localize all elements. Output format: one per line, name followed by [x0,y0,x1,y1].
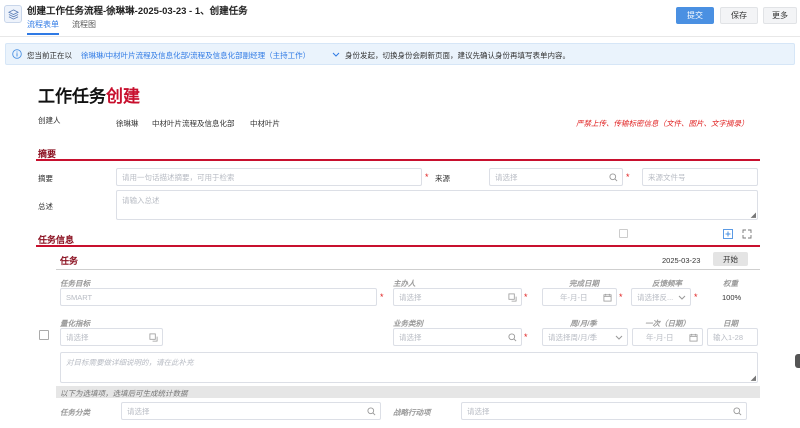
notice-suffix: 身份发起，切换身份会刷新页面，建议先确认身份再填写表单内容。 [345,51,570,60]
identity-notice: 您当前正在以 徐琳琳/中材叶片流程及信息化部/流程及信息化部副经理（主持工作） … [5,43,795,65]
overview-label: 总述 [38,202,53,211]
goal-input[interactable]: SMART [60,288,377,306]
notice-prefix: 您当前正在以 [27,51,72,60]
select-all-checkbox[interactable] [619,229,628,238]
required-marker: * [380,292,384,302]
required-marker: * [619,292,623,302]
chevron-down-icon [615,335,623,340]
task-title: 任务 [60,256,79,266]
creator-dept: 中材叶片流程及信息化部 [152,119,235,128]
add-icon[interactable] [723,229,733,239]
expand-icon[interactable] [742,229,752,239]
feedback-freq-select[interactable]: 请选择反... [631,288,691,306]
task-type-select[interactable]: 请选择 [121,402,381,420]
task-header-divider [56,269,760,270]
tab-form[interactable]: 流程表单 [27,19,59,35]
required-marker: * [626,172,630,182]
day-input[interactable]: 输入1-28 [707,328,758,346]
task-date: 2025-03-23 [662,256,701,265]
save-button[interactable]: 保存 [720,7,758,24]
required-marker: * [694,292,698,302]
summary-label: 摘要 [38,174,53,183]
search-icon [609,173,618,182]
finish-date-input[interactable]: 年-月-日 [542,288,617,306]
resize-handle-icon[interactable]: ◢ [751,375,756,382]
summary-input[interactable]: 请用一句话描述摘要，可用于检索 [116,168,422,186]
submit-button[interactable]: 提交 [676,7,714,24]
required-marker: * [524,292,528,302]
search-icon [367,407,376,416]
strategy-item-label: 战略行动项 [393,408,431,417]
chevron-down-icon [678,295,686,300]
layers-icon [4,5,22,23]
side-scroll-handle[interactable] [795,354,800,368]
category-select[interactable]: 请选择 [393,328,522,346]
info-icon [12,49,22,59]
calendar-icon [603,293,612,302]
page-title: 创建工作任务流程-徐琳琳-2025-03-23 - 1、创建任务 [27,6,248,17]
summary-divider [36,159,760,161]
calendar-icon [689,333,698,342]
weight-col-label: 权重 [723,279,738,288]
period-select[interactable]: 请选择周/月/季 [542,328,628,346]
overview-textarea[interactable]: 请输入总述 ◢ [116,190,758,220]
identity-selector[interactable]: 徐琳琳/中材叶片流程及信息化部/流程及信息化部副经理（主持工作） [81,50,310,61]
user-select-icon [508,293,517,302]
select-icon [149,333,158,342]
resize-handle-icon[interactable]: ◢ [751,212,756,219]
start-button[interactable]: 开始 [713,252,748,266]
source-docno-input[interactable]: 来源文件号 [642,168,758,186]
chevron-down-icon[interactable] [332,52,340,58]
required-marker: * [425,172,429,182]
source-select[interactable]: 请选择 [489,168,623,186]
tab-flowchart[interactable]: 流程图 [72,19,96,33]
app-header: 创建工作任务流程-徐琳琳-2025-03-23 - 1、创建任务 流程表单 流程… [0,0,800,37]
optional-hint: 以下为选填项，选填后可生成统计数据 [60,389,188,398]
source-label: 来源 [435,174,450,183]
task-info-divider [36,245,760,247]
search-icon [733,407,742,416]
more-button[interactable]: 更多 [763,7,797,24]
creator-company: 中材叶片 [250,119,280,128]
strategy-item-select[interactable]: 请选择 [461,402,747,420]
once-date-input[interactable]: 年-月-日 [632,328,703,346]
weight-value: 100% [722,293,742,302]
form-title: 工作任务创建 [38,87,140,106]
creator-label: 创建人 [38,116,61,125]
task-type-label: 任务分类 [60,408,90,417]
owner-select[interactable]: 请选择 [393,288,522,306]
detail-textarea[interactable]: 对目标需要做详细说明的，请在此补充 ◢ [60,352,758,383]
creator-name: 徐琳琳 [116,119,139,128]
required-marker: * [524,332,528,342]
indicator-select[interactable]: 请选择 [60,328,163,346]
row-checkbox[interactable] [39,330,49,340]
security-warning: 严禁上传、传输标密信息（文件、图片、文字摘录） [576,119,749,128]
search-icon [508,333,517,342]
